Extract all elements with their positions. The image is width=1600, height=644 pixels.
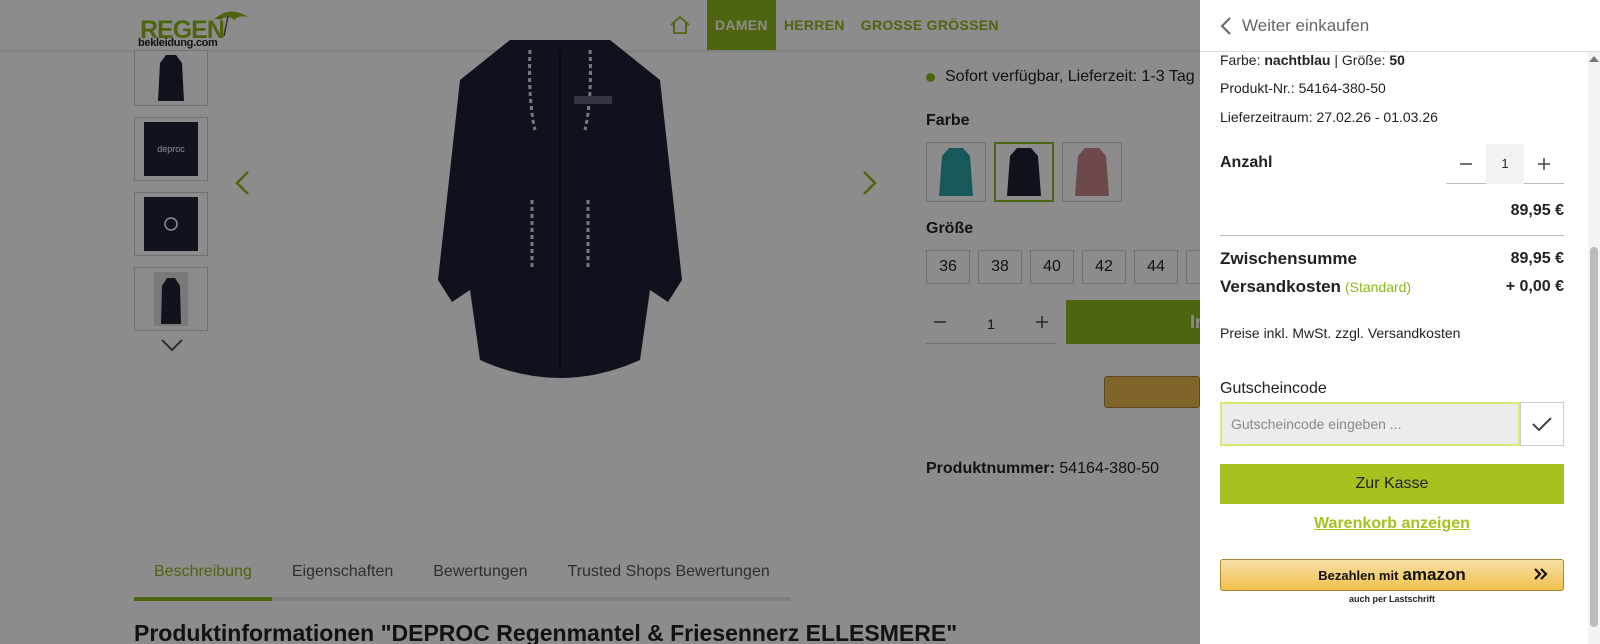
continue-shopping-label: Weiter einkaufen [1242,15,1370,35]
amazon-pay-text: Bezahlen mit [1318,567,1399,583]
quantity-label: Anzahl [1220,154,1273,171]
shipping-row: Versandkosten (Standard) [1220,277,1411,297]
scrollbar-thumb[interactable] [1590,247,1598,627]
separator: | [1334,52,1339,68]
divider [1220,235,1564,236]
cart-quantity-value[interactable]: 1 [1486,143,1524,184]
amazon-pay-subtext: auch per Lastschrift [1348,594,1436,604]
size-value: 50 [1389,52,1405,68]
voucher-input[interactable] [1220,402,1520,446]
tax-note: Preise inkl. MwSt. zzgl. Versandkosten [1220,325,1461,341]
scroll-up-icon[interactable] [1589,56,1599,62]
shipping-note: (Standard) [1344,279,1412,295]
size-label: Größe: [1341,52,1386,68]
page-overlay[interactable] [0,0,1200,644]
shipping-label: Versandkosten [1220,277,1341,296]
amazon-pay-button[interactable]: Bezahlen mit amazon [1220,559,1564,591]
voucher-submit-button[interactable] [1520,402,1564,446]
item-delivery-period: Lieferzeitraum: 27.02.26 - 01.03.26 [1220,109,1438,125]
subtotal-label: Zwischensumme [1220,249,1357,268]
shipping-value: + 0,00 € [1505,278,1564,295]
plus-icon[interactable] [1524,144,1564,184]
item-variant: Farbe: nachtblau | Größe: 50 [1220,52,1405,68]
minus-icon[interactable] [1446,144,1486,184]
cart-quantity-stepper: 1 [1446,143,1564,184]
color-label: Farbe: [1220,52,1261,68]
voucher-label: Gutscheincode [1220,380,1327,397]
continue-shopping-button[interactable]: Weiter einkaufen [1200,0,1600,52]
line-item-price: 89,95 € [1510,202,1564,219]
view-cart-link[interactable]: Warenkorb anzeigen [1220,515,1564,533]
cart-sidebar: Weiter einkaufen Farbe: nachtblau | Größ… [1200,0,1600,644]
delivery-label: Lieferzeitraum: [1220,109,1313,125]
checkmark-icon [1532,417,1552,432]
checkout-button[interactable]: Zur Kasse [1220,464,1564,504]
delivery-value: 27.02.26 - 01.03.26 [1316,109,1438,125]
amazon-logo: amazon [1402,565,1466,584]
double-chevron-right-icon [1534,568,1548,580]
color-value: nachtblau [1264,52,1331,68]
chevron-left-icon [1220,16,1231,35]
subtotal-value: 89,95 € [1510,250,1564,267]
product-no-value: 54164-380-50 [1298,80,1386,96]
item-product-number: Produkt-Nr.: 54164-380-50 [1220,80,1386,96]
product-no-label: Produkt-Nr.: [1220,80,1295,96]
